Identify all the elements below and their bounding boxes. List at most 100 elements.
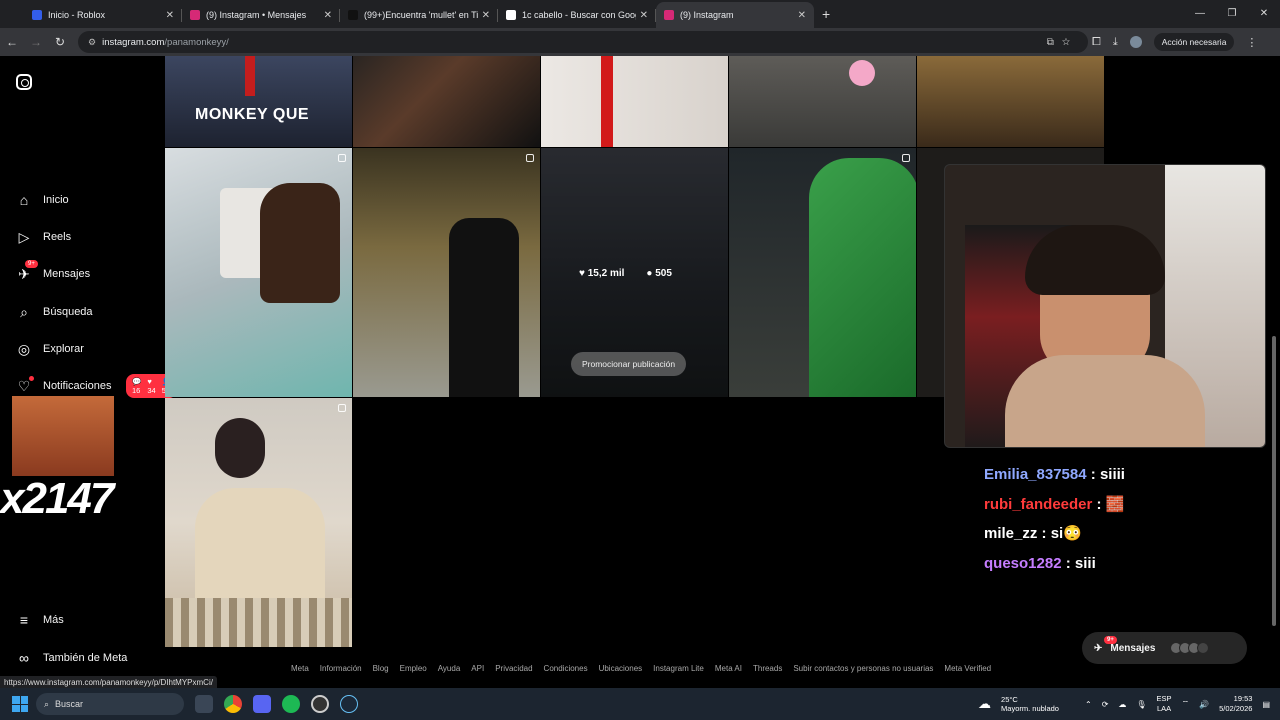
reload-icon[interactable]: ↻ xyxy=(48,35,72,49)
close-window-icon[interactable]: ✕ xyxy=(1248,0,1280,28)
network-app-icon[interactable]: ⟳ xyxy=(1102,700,1109,709)
post-tile[interactable]: MONKEY QUE xyxy=(165,56,352,147)
extensions-icon[interactable]: ⧠ xyxy=(1092,36,1101,49)
post-tile[interactable] xyxy=(353,148,540,397)
post-tile[interactable] xyxy=(353,56,540,147)
messenger-icon: ✈ xyxy=(18,266,30,282)
tab-title: (9) Instagram • Mensajes xyxy=(206,10,307,20)
start-menu-icon[interactable] xyxy=(12,696,28,712)
browser-tab[interactable]: 1c cabello - Buscar con Google ✕ xyxy=(498,2,656,28)
post-tile[interactable] xyxy=(165,398,352,647)
browser-tab[interactable]: Inicio - Roblox ✕ xyxy=(24,2,182,28)
footer-link[interactable]: Blog xyxy=(373,664,389,673)
multi-post-icon xyxy=(338,154,346,162)
footer-link[interactable]: Ubicaciones xyxy=(599,664,643,673)
tab-close-icon[interactable]: ✕ xyxy=(640,10,648,21)
instagram-logo-icon[interactable] xyxy=(16,74,32,90)
discord-icon[interactable] xyxy=(253,695,271,713)
forward-icon[interactable]: → xyxy=(24,35,48,49)
accion-necesaria-button[interactable]: Acción necesaria xyxy=(1153,33,1235,51)
tab-close-icon[interactable]: ✕ xyxy=(482,10,490,21)
browser-tab[interactable]: (99+)Encuentra 'mullet' en TikT ✕ xyxy=(340,2,498,28)
footer-link[interactable]: Meta AI xyxy=(715,664,742,673)
post-tile-hovered[interactable]: ♥ 15,2 mil ● 505 Promocionar publicación xyxy=(541,148,728,397)
install-icon[interactable]: ⧉ xyxy=(1047,37,1062,48)
browser-tab[interactable]: (9) Instagram • Mensajes ✕ xyxy=(182,2,340,28)
tab-close-icon[interactable]: ✕ xyxy=(324,10,332,21)
chat-username: rubi_fandeeder xyxy=(984,495,1093,513)
sidebar-item[interactable]: ✈ 9+ Mensajes xyxy=(16,260,91,282)
tab-strip: Inicio - Roblox ✕ (9) Instagram • Mensajes… xyxy=(24,2,814,28)
sidebar-item[interactable]: ◎ Explorar xyxy=(16,341,84,357)
search-placeholder: Buscar xyxy=(55,699,84,709)
minimize-icon[interactable]: — xyxy=(1184,0,1216,28)
onedrive-icon[interactable]: ☁ xyxy=(1118,700,1126,709)
post-tile[interactable] xyxy=(729,148,916,397)
chevron-up-icon[interactable]: ⌃ xyxy=(1085,700,1092,709)
sidebar-item-label: Más xyxy=(43,614,64,626)
obs-icon[interactable] xyxy=(311,695,329,713)
footer-link[interactable]: Meta xyxy=(291,664,309,673)
microphone-icon[interactable]: 🎙 xyxy=(1136,700,1146,709)
language-indicator[interactable]: ESP LAA xyxy=(1157,694,1172,714)
home-icon: ⌂ xyxy=(19,192,29,208)
post-tile[interactable] xyxy=(165,148,352,397)
tab-title: (9) Instagram xyxy=(680,10,734,20)
post-tile[interactable] xyxy=(729,56,916,147)
footer-link[interactable]: Información xyxy=(320,664,362,673)
maximize-icon[interactable]: ❐ xyxy=(1216,0,1248,28)
weather-widget[interactable]: 25°C Mayorm. nublado xyxy=(1001,695,1059,713)
chat-message: rubi_fandeeder : 🧱 xyxy=(984,495,1125,513)
notifications-icon[interactable]: ▤ xyxy=(1262,700,1270,709)
footer-links: Meta Información Blog Empleo Ayuda API Privaci… xyxy=(291,664,991,673)
sidebar-item[interactable]: ▷ Reels xyxy=(16,229,72,245)
footer-link[interactable]: Subir contactos y personas no usuarias xyxy=(793,664,933,673)
spotify-icon[interactable] xyxy=(282,695,300,713)
chrome-icon[interactable] xyxy=(224,695,242,713)
sidebar-item[interactable]: ♡ Notificaciones xyxy=(16,376,111,394)
kebab-menu-icon[interactable]: ⋮ xyxy=(1246,36,1257,49)
tab-close-icon[interactable]: ✕ xyxy=(798,10,806,21)
url-input[interactable]: ⚙ instagram.com/panamonkeyy/ ⧉☆ xyxy=(78,31,1088,53)
post-tile[interactable] xyxy=(541,56,728,147)
taskbar-search[interactable]: ⌕ Buscar xyxy=(36,693,184,715)
wifi-icon[interactable]: ⌔ xyxy=(1182,699,1190,709)
tab-close-icon[interactable]: ✕ xyxy=(166,10,174,21)
sidebar-item[interactable]: ∞ También de Meta xyxy=(16,650,127,666)
search-icon: ⌕ xyxy=(44,698,50,709)
meta-icon: ∞ xyxy=(19,650,29,666)
footer-link[interactable]: API xyxy=(471,664,484,673)
clock[interactable]: 19:53 5/02/2026 xyxy=(1219,694,1252,714)
multi-post-icon xyxy=(902,154,910,162)
promote-post-button[interactable]: Promocionar publicación xyxy=(571,352,687,376)
bookmark-star-icon[interactable]: ☆ xyxy=(1062,37,1078,48)
footer-link[interactable]: Threads xyxy=(753,664,782,673)
sidebar-item-label: También de Meta xyxy=(43,652,128,664)
sidebar-item[interactable]: ≡ Más xyxy=(16,612,64,628)
footer-link[interactable]: Instagram Lite xyxy=(653,664,704,673)
page-scrollbar[interactable] xyxy=(1272,56,1276,688)
new-tab-button[interactable]: + xyxy=(822,6,830,22)
site-info-icon[interactable]: ⚙ xyxy=(88,37,96,48)
back-icon[interactable]: ← xyxy=(0,35,24,49)
download-icon[interactable]: ⤓ xyxy=(1113,36,1118,49)
sidebar-item[interactable]: ⌕ Búsqueda xyxy=(16,304,92,320)
footer-link[interactable]: Condiciones xyxy=(544,664,588,673)
messages-floating-button[interactable]: ✈ 9+ Mensajes xyxy=(1082,632,1247,664)
steam-icon[interactable] xyxy=(340,695,358,713)
weather-desc: Mayorm. nublado xyxy=(1001,704,1059,713)
sidebar-item-label: Mensajes xyxy=(43,268,91,280)
task-view-icon[interactable] xyxy=(195,695,213,713)
footer-link[interactable]: Ayuda xyxy=(438,664,461,673)
footer-link[interactable]: Meta Verified xyxy=(944,664,991,673)
browser-tab[interactable]: (9) Instagram ✕ xyxy=(656,2,814,28)
footer-link[interactable]: Empleo xyxy=(400,664,427,673)
footer-link[interactable]: Privacidad xyxy=(495,664,532,673)
post-tile[interactable] xyxy=(917,56,1104,147)
clock-date: 5/02/2026 xyxy=(1219,704,1253,713)
like-count: ♥ 34 xyxy=(147,377,156,395)
volume-icon[interactable]: 🔊 xyxy=(1199,700,1209,709)
profile-avatar[interactable] xyxy=(1129,36,1142,48)
sidebar-item[interactable]: ⌂ Inicio xyxy=(16,192,69,208)
weather-temp: 25°C xyxy=(1001,695,1018,704)
